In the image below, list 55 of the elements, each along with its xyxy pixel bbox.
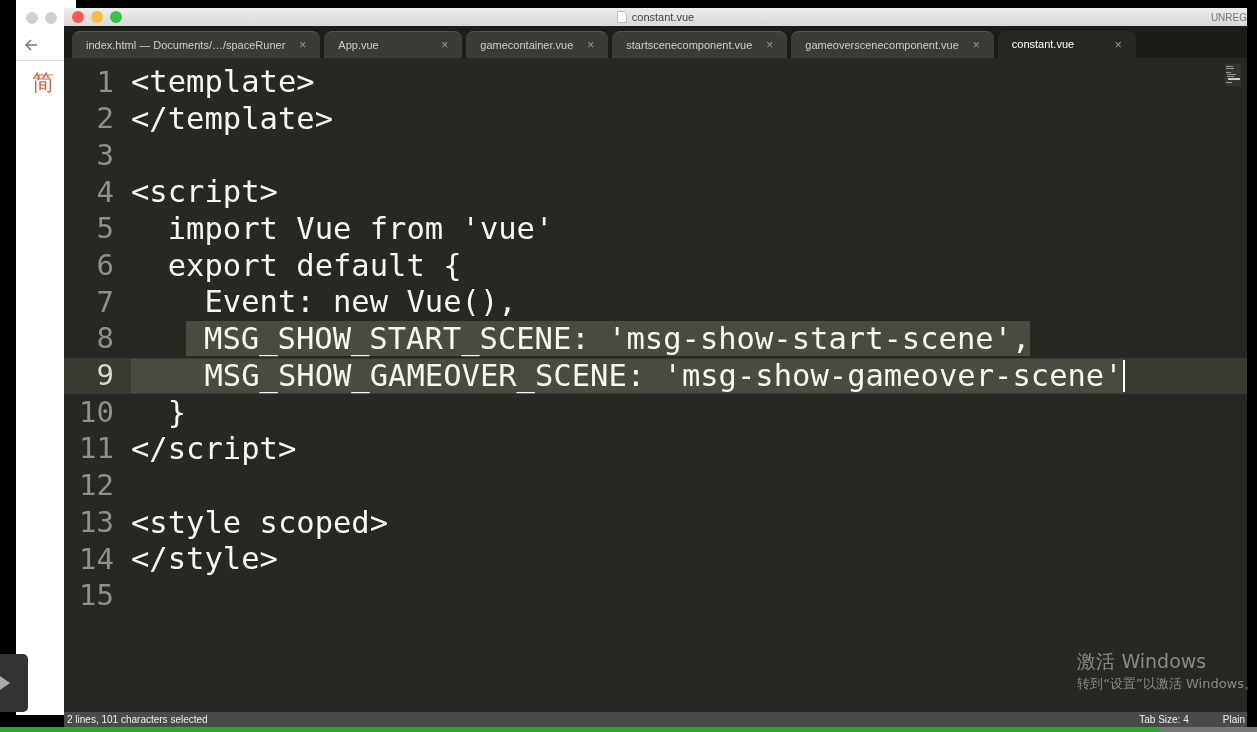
- tab-close-icon[interactable]: ×: [972, 36, 980, 54]
- line-number: 8: [95, 320, 114, 358]
- page-heading: 简: [32, 72, 54, 94]
- code-line: </script>: [131, 432, 297, 467]
- tab-close-icon[interactable]: ×: [1114, 35, 1122, 54]
- selection-status: 2 lines, 101 characters selected: [66, 713, 208, 727]
- line-number: 3: [95, 136, 114, 174]
- line-number: 15: [78, 577, 114, 615]
- play-icon[interactable]: [0, 676, 10, 690]
- editor-tab[interactable]: index.html — Documents/…/spaceRuner ×: [72, 31, 321, 58]
- code-line: </template>: [131, 102, 333, 137]
- line-number: 1: [95, 63, 114, 101]
- line-number: 13: [78, 503, 114, 541]
- tab-size-label[interactable]: Tab Size: 4: [1139, 712, 1223, 727]
- maximize-window-icon[interactable]: [110, 11, 122, 23]
- text-cursor: [1122, 359, 1125, 392]
- code-line: <style scoped>: [131, 505, 389, 540]
- syntax-label[interactable]: Plain: [1222, 712, 1247, 727]
- line-number: 7: [95, 283, 114, 321]
- line-number: 4: [95, 173, 114, 211]
- window-control-icon[interactable]: [45, 12, 57, 24]
- line-number: 12: [78, 467, 114, 505]
- line-number: 9: [95, 357, 114, 395]
- tab-close-icon[interactable]: ×: [766, 36, 774, 54]
- back-arrow-icon[interactable]: [24, 38, 38, 52]
- tab-close-icon[interactable]: ×: [441, 36, 449, 54]
- activation-title: 激活 Windows: [1077, 649, 1208, 674]
- tab-close-icon[interactable]: ×: [299, 36, 307, 54]
- tab-close-icon[interactable]: ×: [587, 36, 595, 54]
- line-number: 2: [95, 100, 114, 138]
- code-line: }: [166, 395, 187, 430]
- editor-tab[interactable]: constant.vue ×: [997, 31, 1136, 58]
- close-window-icon[interactable]: [72, 11, 84, 23]
- code-line: export default {: [166, 248, 462, 283]
- code-line: Event: new Vue(),: [203, 285, 517, 320]
- editor-tab[interactable]: App.vue ×: [324, 31, 463, 58]
- editor-tab[interactable]: gameoverscenecomponent.vue ×: [791, 31, 994, 58]
- file-icon: [616, 11, 627, 23]
- line-number: 10: [78, 393, 114, 431]
- line-number: 14: [78, 540, 114, 578]
- line-number: 11: [78, 430, 114, 468]
- activation-message: 转到“设置”以激活 Windows。: [1077, 675, 1257, 693]
- minimize-window-icon[interactable]: [91, 11, 103, 23]
- line-number: 6: [95, 247, 114, 285]
- editor-tab[interactable]: startscenecomponent.vue ×: [612, 31, 788, 58]
- minimap-drawing: [1225, 64, 1241, 86]
- window-title: constant.vue: [631, 9, 695, 25]
- line-number: 5: [95, 210, 114, 248]
- code-line: <script>: [131, 175, 278, 210]
- code-line: <template>: [131, 65, 315, 100]
- code-line: </style>: [131, 542, 278, 577]
- window-control-icon[interactable]: [26, 12, 38, 24]
- registration-label: UNREG: [1210, 10, 1247, 25]
- editor-tab[interactable]: gamecontainer.vue ×: [466, 31, 609, 58]
- code-line: import Vue from 'vue': [166, 212, 554, 247]
